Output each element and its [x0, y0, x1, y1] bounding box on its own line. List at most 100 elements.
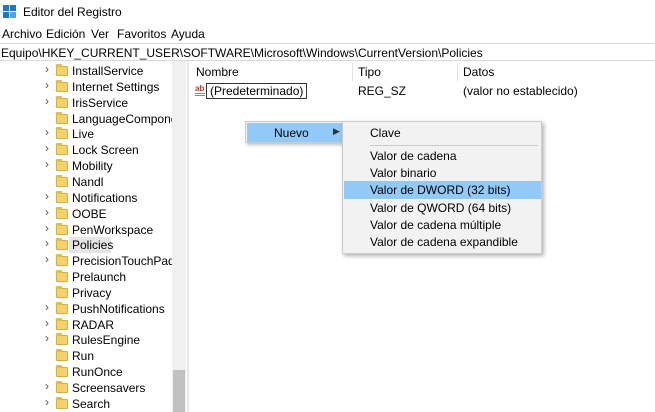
chevron-right-icon[interactable]: ›: [45, 142, 54, 154]
tree-item[interactable]: › OOBE: [0, 206, 172, 222]
tree-item[interactable]: › PenWorkspace: [0, 222, 172, 238]
folder-icon: [56, 381, 68, 393]
value-name[interactable]: (Predeterminado): [206, 83, 308, 99]
address-bar[interactable]: Equipo\HKEY_CURRENT_USER\SOFTWARE\Micros…: [0, 43, 655, 61]
tree-item-label: InstallService: [72, 64, 144, 78]
window-title: Editor del Registro: [23, 5, 122, 19]
submenu-item-valor-binario[interactable]: Valor binario: [344, 164, 541, 182]
tree-item[interactable]: › InstallService: [0, 63, 172, 79]
chevron-right-icon[interactable]: ›: [45, 206, 54, 218]
tree-item-label: PushNotifications: [72, 301, 165, 316]
chevron-right-icon[interactable]: ›: [45, 79, 54, 91]
pane-splitter[interactable]: [187, 61, 189, 412]
context-menu-nuevo[interactable]: Nuevo ▶: [247, 123, 342, 142]
tree-item[interactable]: › Internet Settings: [0, 79, 172, 95]
submenu-item-label: Valor de cadena expandible: [370, 235, 518, 249]
folder-icon: [56, 143, 68, 156]
tree-item-label: Policies: [72, 238, 114, 253]
tree-item[interactable]: › PushNotifications: [0, 301, 172, 317]
tree-item[interactable]: Nandl: [0, 174, 172, 190]
menu-favoritos[interactable]: Favoritos: [117, 27, 166, 41]
tree-scrollbar[interactable]: [172, 61, 186, 412]
submenu-item-label: Clave: [370, 126, 401, 140]
chevron-right-icon[interactable]: ›: [45, 95, 54, 107]
chevron-right-icon[interactable]: ›: [45, 63, 54, 75]
folder-icon: [56, 159, 68, 172]
folder-icon: [56, 95, 68, 108]
folder-icon: [56, 285, 68, 298]
tree-item[interactable]: › RADAR: [0, 317, 172, 333]
chevron-right-icon[interactable]: ›: [45, 190, 54, 202]
chevron-right-icon[interactable]: ›: [45, 253, 54, 265]
tree-item[interactable]: › Notifications: [0, 190, 172, 206]
menu-bar: Archivo Edición Ver Favoritos Ayuda: [0, 25, 655, 43]
tree-item[interactable]: Run: [0, 348, 172, 364]
folder-icon: [56, 190, 68, 203]
tree-item[interactable]: › Live: [0, 126, 172, 142]
column-header-nombre[interactable]: Nombre: [196, 65, 239, 79]
value-data: (valor no establecido): [463, 84, 578, 98]
tree-item-label: OOBE: [72, 206, 107, 221]
tree-item[interactable]: › IrisService: [0, 95, 172, 111]
tree-item[interactable]: Prelaunch: [0, 269, 172, 285]
chevron-right-icon[interactable]: ›: [45, 301, 54, 313]
chevron-right-icon[interactable]: ›: [45, 237, 54, 249]
tree-item[interactable]: › Mobility: [0, 158, 172, 174]
submenu-item-label: Valor de cadena: [370, 149, 457, 163]
column-header-tipo[interactable]: Tipo: [358, 65, 381, 79]
tree-item-label: Mobility: [72, 159, 113, 174]
folder-icon: [56, 349, 68, 362]
tree-item[interactable]: RunOnce: [0, 364, 172, 380]
tree-item[interactable]: › PrecisionTouchPad: [0, 253, 175, 269]
tree-item-label: PrecisionTouchPad: [72, 254, 175, 269]
column-separator[interactable]: [352, 63, 353, 81]
folder-icon: [56, 333, 68, 346]
menu-archivo[interactable]: Archivo: [2, 27, 42, 41]
folder-icon: [56, 111, 68, 124]
tree-item[interactable]: › Lock Screen: [0, 142, 172, 158]
folder-icon: [56, 79, 68, 92]
address-path[interactable]: Equipo\HKEY_CURRENT_USER\SOFTWARE\Micros…: [1, 46, 483, 60]
chevron-right-icon[interactable]: ›: [45, 222, 54, 234]
tree-item[interactable]: Privacy: [0, 285, 172, 301]
value-row[interactable]: ab (Predeterminado) REG_SZ (valor no est…: [190, 83, 655, 99]
context-menu-nuevo-label: Nuevo: [274, 126, 309, 140]
folder-icon: [56, 396, 68, 409]
tree-item-label: LanguageComponent: [72, 111, 186, 126]
menu-ver[interactable]: Ver: [91, 27, 109, 41]
submenu-item-valor-cadena-expandible[interactable]: Valor de cadena expandible: [344, 233, 541, 251]
submenu-item-valor-cadena[interactable]: Valor de cadena: [344, 147, 541, 165]
chevron-right-icon[interactable]: ›: [45, 126, 54, 138]
folder-icon: [56, 254, 68, 267]
chevron-right-icon[interactable]: ›: [45, 332, 54, 344]
submenu-item-valor-dword[interactable]: Valor de DWORD (32 bits): [344, 181, 541, 199]
tree-item[interactable]: › Screensavers: [0, 380, 172, 396]
folder-icon: [56, 222, 68, 235]
tree-pane: › InstallService › Internet Settings › IrisSe…: [0, 61, 186, 412]
menu-ayuda[interactable]: Ayuda: [171, 27, 205, 41]
folder-icon: [56, 238, 68, 251]
tree-item-label: PenWorkspace: [72, 222, 154, 237]
chevron-right-icon[interactable]: ›: [45, 380, 54, 392]
tree-item-label: Lock Screen: [72, 143, 139, 158]
tree-item[interactable]: › RulesEngine: [0, 332, 172, 348]
folder-icon: [56, 301, 68, 314]
submenu-item-label: Valor binario: [370, 166, 437, 180]
menu-edicion[interactable]: Edición: [46, 27, 85, 41]
submenu-item-valor-qword[interactable]: Valor de QWORD (64 bits): [344, 199, 541, 217]
column-header-datos[interactable]: Datos: [463, 65, 494, 79]
tree-item[interactable]: LanguageComponent: [0, 111, 186, 127]
tree-scrollbar-thumb[interactable]: [173, 370, 185, 412]
tree-item-label: Run: [72, 349, 95, 364]
column-separator[interactable]: [457, 63, 458, 81]
tree-item[interactable]: › Search: [0, 396, 172, 412]
chevron-right-icon[interactable]: ›: [45, 396, 54, 408]
tree-item-label: Screensavers: [72, 381, 146, 395]
chevron-right-icon[interactable]: ›: [45, 158, 54, 170]
submenu-item-valor-cadena-multiple[interactable]: Valor de cadena múltiple: [344, 216, 541, 234]
chevron-right-icon[interactable]: ›: [45, 317, 54, 329]
tree-item[interactable]: › Policies: [0, 237, 172, 254]
folder-icon: [56, 270, 68, 283]
folder-icon: [56, 174, 68, 187]
submenu-item-clave[interactable]: Clave: [344, 124, 541, 142]
